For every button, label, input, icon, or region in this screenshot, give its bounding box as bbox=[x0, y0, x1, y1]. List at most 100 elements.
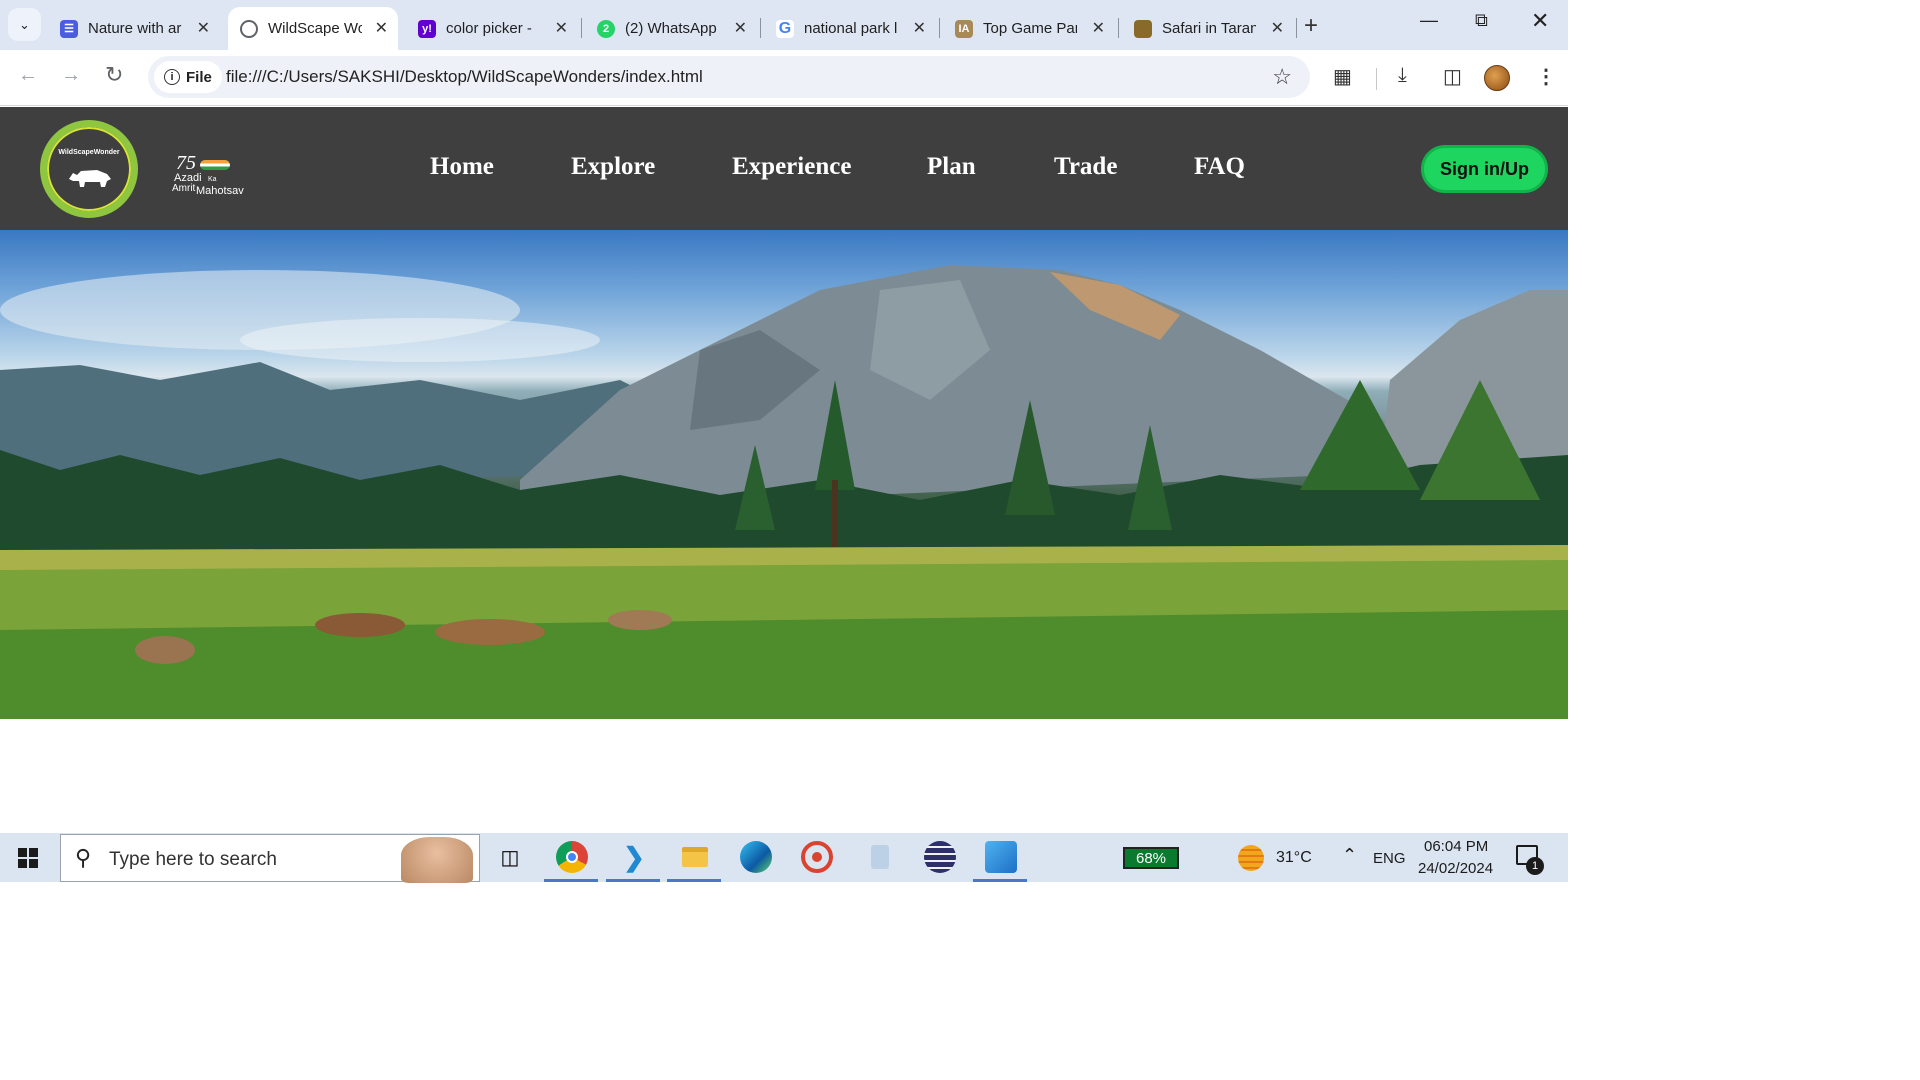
windows-start-icon[interactable] bbox=[18, 848, 38, 868]
tab-separator bbox=[1296, 18, 1297, 38]
tab-separator bbox=[581, 18, 582, 38]
close-icon[interactable]: ✕ bbox=[197, 18, 210, 38]
minimize-button[interactable]: — bbox=[1420, 10, 1438, 31]
forward-button[interactable]: → bbox=[61, 64, 81, 87]
azadi-ka-amrit-mahotsav-logo: 75 Azadi Ka Amrit Mahotsav bbox=[170, 150, 250, 198]
tab-safari[interactable]: Safari in Taran ✕ bbox=[1122, 7, 1294, 50]
back-button[interactable]: ← bbox=[18, 64, 38, 87]
tab-title: color picker - bbox=[446, 20, 532, 37]
tab-separator bbox=[939, 18, 940, 38]
mahotsav-word: Mahotsav bbox=[196, 185, 244, 197]
nav-home[interactable]: Home bbox=[430, 153, 494, 181]
profile-avatar[interactable] bbox=[1484, 65, 1510, 91]
active-app-indicator bbox=[606, 879, 660, 882]
tab-national-park[interactable]: G national park l ✕ bbox=[764, 7, 936, 50]
tab-separator bbox=[1118, 18, 1119, 38]
close-window-button[interactable]: ✕ bbox=[1531, 8, 1549, 34]
clock-date[interactable]: 24/02/2024 bbox=[1418, 860, 1493, 877]
rhino-icon bbox=[69, 170, 111, 187]
search-icon: ⚲ bbox=[75, 845, 92, 870]
menu-kebab-icon[interactable]: ⋮ bbox=[1536, 64, 1556, 89]
restore-button[interactable]: ⧉ bbox=[1475, 10, 1488, 31]
side-panel-icon[interactable]: ◫ bbox=[1443, 64, 1462, 89]
tab-title: Nature with ar bbox=[88, 20, 182, 37]
reload-button[interactable]: ↻ bbox=[105, 62, 123, 88]
close-icon[interactable]: ✕ bbox=[555, 18, 568, 38]
tab-nature[interactable]: ☰ Nature with ar ✕ bbox=[48, 7, 220, 50]
notification-badge: 1 bbox=[1526, 857, 1544, 875]
chevron-up-icon[interactable]: ⌃ bbox=[1342, 845, 1357, 866]
search-placeholder: Type here to search bbox=[109, 849, 277, 870]
plus-icon: + bbox=[1304, 12, 1319, 39]
chevron-down-icon: ⌄ bbox=[19, 16, 30, 32]
close-icon[interactable]: ✕ bbox=[734, 18, 747, 38]
close-icon: ✕ bbox=[1531, 8, 1550, 33]
close-icon[interactable]: ✕ bbox=[913, 18, 926, 38]
nav-experience[interactable]: Experience bbox=[732, 153, 851, 181]
tab-search-button[interactable]: ⌄ bbox=[8, 8, 41, 41]
edge-icon[interactable] bbox=[740, 841, 772, 873]
tiger-icon bbox=[1134, 19, 1152, 38]
page-content-area bbox=[0, 719, 1568, 833]
flag-swoosh-icon bbox=[200, 160, 230, 170]
chrome-icon[interactable] bbox=[556, 841, 588, 873]
task-view-icon[interactable]: ◫ bbox=[494, 841, 526, 873]
tab-wildscape[interactable]: WildScape Wo ✕ bbox=[228, 7, 398, 50]
yahoo-icon: y! bbox=[418, 19, 436, 38]
ia-icon: IA bbox=[955, 19, 973, 38]
url-text[interactable]: file:///C:/Users/SAKSHI/Desktop/WildScap… bbox=[226, 67, 703, 87]
active-app-indicator bbox=[667, 879, 721, 882]
tab-title: national park l bbox=[804, 20, 898, 37]
amrit-word: Amrit bbox=[172, 183, 196, 194]
photos-icon[interactable] bbox=[985, 841, 1017, 873]
tab-top-game-parks[interactable]: IA Top Game Par ✕ bbox=[943, 7, 1115, 50]
landscape-illustration bbox=[0, 265, 1568, 719]
eclipse-icon[interactable] bbox=[924, 841, 956, 873]
installer-icon[interactable] bbox=[864, 841, 896, 873]
vscode-icon[interactable]: ❯ bbox=[618, 841, 650, 873]
active-app-indicator bbox=[973, 879, 1027, 882]
clock-time[interactable]: 06:04 PM bbox=[1424, 838, 1488, 855]
close-icon[interactable]: ✕ bbox=[1092, 18, 1105, 38]
google-icon: G bbox=[776, 19, 794, 38]
search-highlight-image bbox=[401, 837, 473, 883]
recorder-icon[interactable] bbox=[801, 841, 833, 873]
whatsapp-badge: 2 bbox=[602, 22, 610, 35]
sign-in-button[interactable]: Sign in/Up bbox=[1421, 145, 1548, 193]
nav-plan[interactable]: Plan bbox=[927, 153, 976, 181]
battery-indicator[interactable]: 68% bbox=[1123, 847, 1179, 869]
download-icon[interactable]: ⤓ bbox=[1398, 64, 1407, 87]
arrow-right-icon: → bbox=[61, 64, 81, 86]
address-bar[interactable]: i File file:///C:/Users/SAKSHI/Desktop/W… bbox=[148, 56, 1310, 98]
close-icon[interactable]: ✕ bbox=[1271, 18, 1284, 38]
language-indicator[interactable]: ENG bbox=[1373, 850, 1406, 867]
bookmark-star-icon[interactable]: ☆ bbox=[1272, 64, 1292, 90]
extensions-icon[interactable]: ▦ bbox=[1333, 64, 1352, 89]
weather-haze-icon[interactable] bbox=[1238, 845, 1264, 871]
weather-temperature[interactable]: 31°C bbox=[1276, 849, 1312, 867]
arrow-left-icon: ← bbox=[18, 64, 38, 86]
tab-title: Safari in Taran bbox=[1162, 20, 1256, 37]
toolbar-divider bbox=[1376, 68, 1377, 90]
logo-text: WildScapeWonder bbox=[58, 149, 120, 156]
close-icon[interactable]: ✕ bbox=[375, 18, 388, 38]
taskbar-search[interactable]: ⚲ Type here to search bbox=[60, 834, 480, 883]
tab-whatsapp[interactable]: 2 (2) WhatsApp ✕ bbox=[585, 7, 757, 50]
whatsapp-icon: 2 bbox=[597, 19, 615, 38]
ia-icon-letter: IA bbox=[958, 22, 970, 35]
nav-explore[interactable]: Explore bbox=[571, 153, 655, 181]
forms-icon: ☰ bbox=[60, 19, 78, 38]
yahoo-icon-letter: y! bbox=[422, 22, 432, 35]
nav-faq[interactable]: FAQ bbox=[1194, 153, 1245, 181]
nav-trade[interactable]: Trade bbox=[1054, 153, 1117, 181]
site-info-chip[interactable]: i File bbox=[154, 61, 222, 93]
tab-color-picker[interactable]: y! color picker - ✕ bbox=[406, 7, 578, 50]
wildscape-logo[interactable]: WildScapeWonder bbox=[40, 120, 138, 218]
globe-icon bbox=[240, 19, 258, 38]
tab-separator bbox=[760, 18, 761, 38]
new-tab-button[interactable]: + bbox=[1304, 12, 1318, 40]
google-icon-letter: G bbox=[778, 19, 792, 37]
file-explorer-icon[interactable] bbox=[679, 841, 711, 873]
ka-word: Ka bbox=[208, 176, 217, 183]
tab-title: Top Game Par bbox=[983, 20, 1077, 37]
